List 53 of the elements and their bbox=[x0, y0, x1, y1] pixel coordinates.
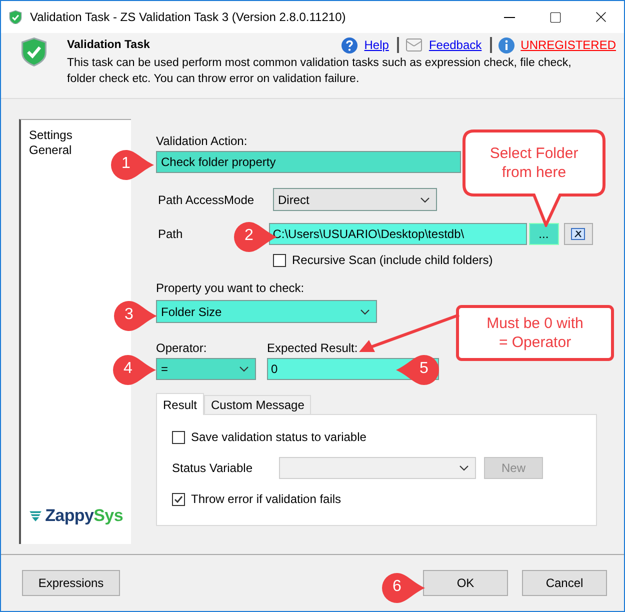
ok-button[interactable]: OK bbox=[423, 570, 508, 596]
checkbox-label: Save validation status to variable bbox=[191, 430, 366, 444]
feedback-link[interactable]: Feedback bbox=[428, 38, 482, 52]
operator-dropdown[interactable]: = bbox=[156, 358, 256, 380]
sidebar-item[interactable]: Settings bbox=[29, 128, 72, 143]
field-label: Operator: bbox=[156, 341, 208, 355]
help-icon bbox=[341, 36, 358, 54]
property-dropdown[interactable]: Folder Size bbox=[156, 300, 377, 323]
cancel-button[interactable]: Cancel bbox=[522, 570, 607, 596]
checkbox[interactable] bbox=[172, 492, 185, 506]
sidebar-item[interactable]: General bbox=[29, 143, 72, 158]
registration-link[interactable]: UNREGISTERED bbox=[520, 38, 616, 52]
task-title: Validation Task bbox=[67, 39, 151, 51]
callout: Must be 0 with = Operator bbox=[456, 305, 614, 361]
field-label: Property you want to check: bbox=[156, 281, 304, 295]
step-marker: 6 bbox=[382, 572, 426, 604]
tab[interactable]: Result bbox=[156, 393, 204, 415]
help-link[interactable]: Help bbox=[364, 38, 389, 52]
chevron-down-icon bbox=[360, 308, 370, 314]
clear-icon bbox=[571, 228, 586, 240]
checkbox[interactable] bbox=[273, 254, 286, 266]
access-mode-dropdown[interactable]: Direct bbox=[273, 188, 437, 211]
maximize-icon bbox=[548, 10, 562, 24]
checkbox[interactable] bbox=[172, 430, 185, 444]
shield-check-icon bbox=[21, 37, 47, 67]
minimize-icon bbox=[504, 16, 514, 18]
info-icon bbox=[498, 36, 515, 54]
field-label: Path bbox=[158, 227, 183, 241]
task-description: This task can be used perform most common validation tasks such as expression check, file check, folder check etc. You can throw error on validation failure. bbox=[67, 56, 572, 87]
browse-button[interactable]: ... bbox=[528, 223, 559, 245]
path-input[interactable]: C:\Users\USUARIO\Desktop\testdb\ bbox=[268, 223, 527, 245]
callout: Select Folder from here bbox=[462, 129, 606, 227]
window-title: Validation Task - ZS Validation Task 3 (Version 2.8.0.11210) bbox=[30, 10, 347, 24]
field-label: Status Variable bbox=[172, 461, 254, 475]
step-marker: 1 bbox=[111, 149, 155, 181]
tab[interactable]: Custom Message bbox=[204, 395, 312, 414]
step-marker: 3 bbox=[114, 300, 158, 332]
expressions-button[interactable]: Expressions bbox=[22, 570, 120, 596]
mail-icon bbox=[404, 36, 423, 54]
clear-button[interactable] bbox=[564, 223, 593, 245]
shield-check-icon bbox=[9, 10, 22, 24]
validation-action-dropdown[interactable]: Check folder property bbox=[156, 151, 461, 173]
checkbox-label: Throw error if validation fails bbox=[191, 492, 342, 506]
field-label: Validation Action: bbox=[156, 134, 248, 148]
chevron-down-icon bbox=[239, 366, 249, 372]
chevron-down-icon bbox=[459, 465, 469, 471]
chevron-down-icon bbox=[420, 196, 430, 202]
field-label: Path AccessMode bbox=[158, 192, 256, 206]
field-label: Expected Result: bbox=[267, 341, 358, 355]
step-marker: 5 bbox=[395, 354, 439, 386]
checkbox-label: Recursive Scan (include child folders) bbox=[292, 253, 493, 267]
brand-logo-text: ZappySys bbox=[45, 506, 123, 526]
step-marker: 4 bbox=[113, 354, 157, 386]
